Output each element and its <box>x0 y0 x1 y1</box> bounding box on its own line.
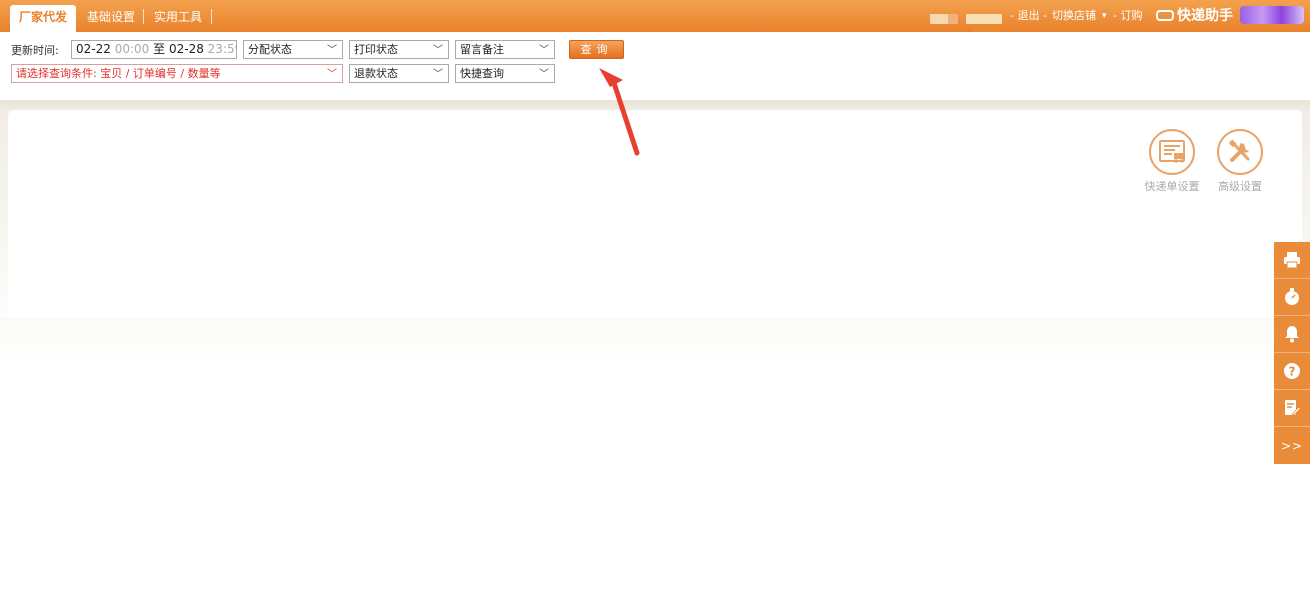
bell-icon <box>1285 326 1299 343</box>
date-separator: 至 <box>153 42 166 56</box>
query-condition-select[interactable]: 请选择查询条件: 宝贝 / 订单编号 / 数量等 ﹀ <box>11 64 343 83</box>
select-value: 请选择查询条件: 宝贝 / 订单编号 / 数量等 <box>16 67 221 80</box>
chevron-down-icon: ﹀ <box>539 45 549 56</box>
tools-icon <box>1217 129 1263 175</box>
tab-divider <box>211 9 212 24</box>
chevron-down-icon: ﹀ <box>433 69 443 80</box>
panel-fade <box>0 318 1310 368</box>
select-value: 退款状态 <box>354 67 398 80</box>
chevron-down-icon: ﹀ <box>327 69 337 80</box>
switch-store-link[interactable]: 切换店铺 <box>1052 8 1096 24</box>
annotation-arrow <box>599 68 640 156</box>
chevron-down-icon: ﹀ <box>539 69 549 80</box>
allocation-status-select[interactable]: 分配状态 ﹀ <box>243 40 343 59</box>
chevron-down-icon[interactable]: ▾ <box>1102 8 1107 24</box>
account-name-blurred <box>930 14 948 24</box>
order-link[interactable]: - 订购 <box>1113 8 1142 24</box>
top-nav-bar: 厂家代发 基础设置 实用工具 - 退出 - 切换店铺 ▾ - 订购 快递助手 <box>0 0 1310 32</box>
date-from: 02-22 <box>76 42 111 56</box>
refund-status-select[interactable]: 退款状态 ﹀ <box>349 64 449 83</box>
brand-logo: 快递助手 <box>1156 5 1233 27</box>
right-float-toolbar: ? >> <box>1274 242 1310 464</box>
account-name-blurred <box>948 14 958 24</box>
tool-label: 高级设置 <box>1218 180 1262 193</box>
brand-icon <box>1156 10 1174 21</box>
expand-toolbar-button[interactable]: >> <box>1274 427 1310 464</box>
time-to: 23:59 <box>207 42 236 56</box>
chevron-down-icon: ﹀ <box>327 45 337 56</box>
date-to: 02-28 <box>168 42 204 56</box>
logout-link[interactable]: - 退出 - <box>1010 8 1047 24</box>
notification-button[interactable] <box>1274 316 1310 353</box>
message-note-select[interactable]: 留言备注 ﹀ <box>455 40 555 59</box>
waybill-icon <box>1149 129 1195 175</box>
timer-icon <box>1285 288 1299 305</box>
quick-query-select[interactable]: 快捷查询 ﹀ <box>455 64 555 83</box>
tool-label: 快递单设置 <box>1144 180 1200 193</box>
print-status-select[interactable]: 打印状态 ﹀ <box>349 40 449 59</box>
print-icon <box>1284 252 1300 269</box>
advanced-settings-button[interactable]: 高级设置 <box>1210 129 1270 194</box>
time-from: 00:00 <box>114 42 150 56</box>
avatar-blurred[interactable] <box>1240 6 1304 24</box>
tab-basic-settings[interactable]: 基础设置 <box>87 5 135 32</box>
date-range-input[interactable]: 02-22 00:00 至 02-28 23:59 <box>71 40 237 59</box>
svg-text:?: ? <box>1289 365 1296 379</box>
help-icon: ? <box>1284 363 1300 379</box>
select-value: 分配状态 <box>248 43 292 56</box>
brand-name: 快递助手 <box>1177 8 1233 24</box>
expand-label: >> <box>1280 438 1304 453</box>
account-name-blurred <box>966 14 1002 24</box>
update-time-label: 更新时间: <box>11 44 59 57</box>
select-value: 快捷查询 <box>460 67 504 80</box>
timer-button[interactable] <box>1274 279 1310 316</box>
tab-utility-tools[interactable]: 实用工具 <box>154 5 202 32</box>
tab-factory-dropship[interactable]: 厂家代发 <box>10 5 76 32</box>
tab-divider <box>143 9 144 24</box>
help-button[interactable]: ? <box>1274 353 1310 390</box>
edit-note-icon <box>1285 400 1302 416</box>
chevron-down-icon: ﹀ <box>433 45 443 56</box>
waybill-settings-button[interactable]: 快递单设置 <box>1142 129 1202 194</box>
print-button[interactable] <box>1274 242 1310 279</box>
select-value: 留言备注 <box>460 43 504 56</box>
filter-panel: 更新时间: 02-22 00:00 至 02-28 23:59 分配状态 ﹀ 打… <box>0 32 1310 100</box>
edit-note-button[interactable] <box>1274 390 1310 427</box>
select-value: 打印状态 <box>354 43 398 56</box>
